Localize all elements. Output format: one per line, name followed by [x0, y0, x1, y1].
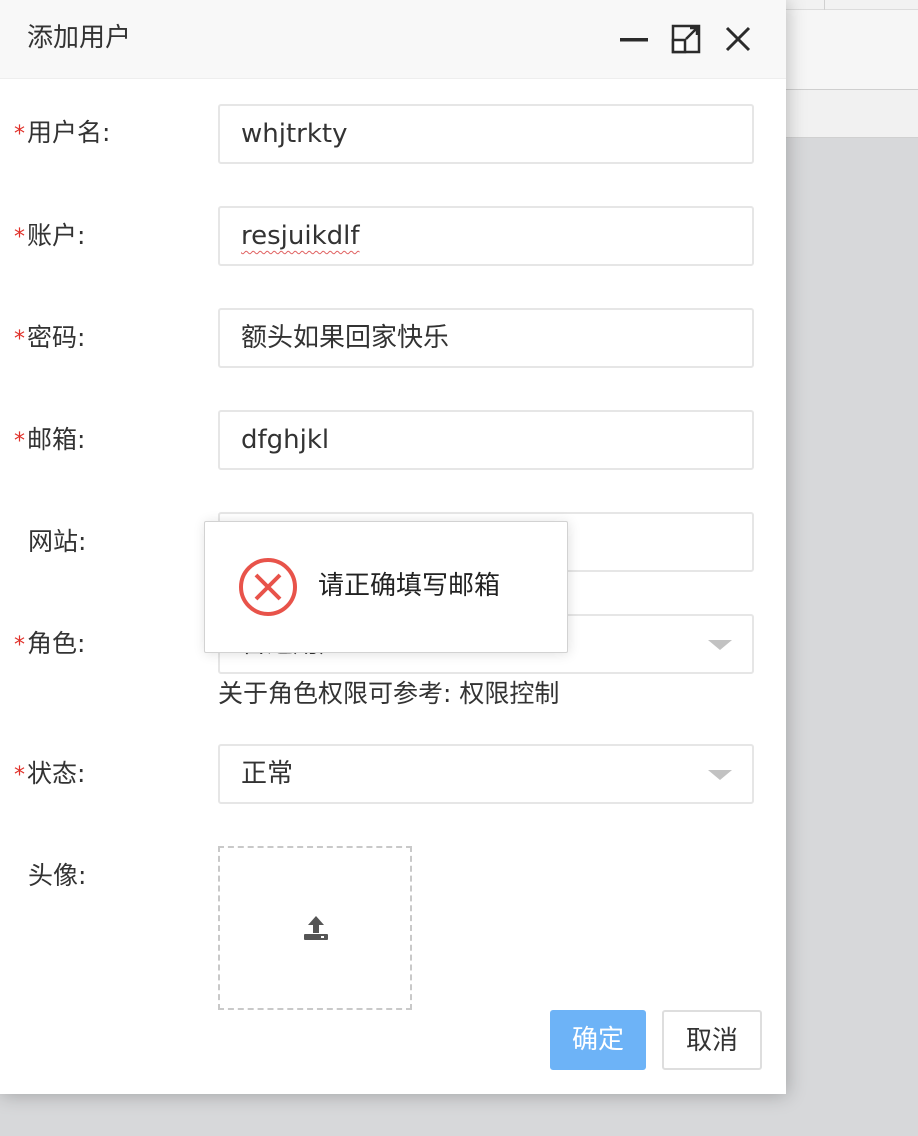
upload-icon: [304, 916, 328, 940]
maximize-button[interactable]: [669, 22, 703, 56]
email-label: *邮箱:: [14, 425, 86, 454]
status-select[interactable]: 正常: [218, 744, 754, 804]
account-label: *账户:: [14, 221, 86, 250]
dialog-title: 添加用户: [27, 23, 132, 53]
required-mark: *: [14, 633, 25, 658]
error-toast: 请正确填写邮箱: [204, 521, 568, 653]
role-label: *角色:: [14, 629, 86, 658]
password-label: *密码:: [14, 323, 86, 352]
username-label: *用户名:: [14, 118, 111, 147]
minimize-icon: [620, 38, 648, 42]
background-divider: [824, 0, 825, 10]
required-mark: *: [14, 327, 25, 352]
maximize-icon: [671, 24, 701, 54]
required-mark: *: [14, 763, 25, 788]
avatar-label: 头像:: [28, 861, 87, 890]
minimize-button[interactable]: [617, 22, 651, 56]
toast-message: 请正确填写邮箱: [318, 571, 501, 601]
error-circle-icon: [239, 558, 297, 616]
close-button[interactable]: [721, 22, 755, 56]
required-mark: *: [14, 225, 25, 250]
chevron-down-icon: [708, 770, 732, 780]
confirm-button[interactable]: 确定: [550, 1010, 646, 1070]
dialog-header: 添加用户: [0, 0, 786, 79]
avatar-upload[interactable]: [218, 846, 412, 1010]
background-page-toolbar: [786, 10, 918, 90]
required-mark: *: [14, 122, 25, 147]
role-hint: 关于角色权限可参考: 权限控制: [218, 679, 560, 708]
cancel-button[interactable]: 取消: [662, 1010, 762, 1070]
username-input[interactable]: whjtrkty: [218, 104, 754, 164]
status-label: *状态:: [14, 759, 86, 788]
email-input[interactable]: dfghjkl: [218, 410, 754, 470]
background-page-header: [786, 0, 918, 10]
website-label: 网站:: [28, 527, 87, 556]
chevron-down-icon: [708, 640, 732, 650]
account-input[interactable]: resjuikdlf: [218, 206, 754, 266]
required-mark: *: [14, 429, 25, 454]
background-table-row: [786, 90, 918, 138]
close-icon: [725, 26, 751, 52]
password-input[interactable]: 额头如果回家快乐: [218, 308, 754, 368]
